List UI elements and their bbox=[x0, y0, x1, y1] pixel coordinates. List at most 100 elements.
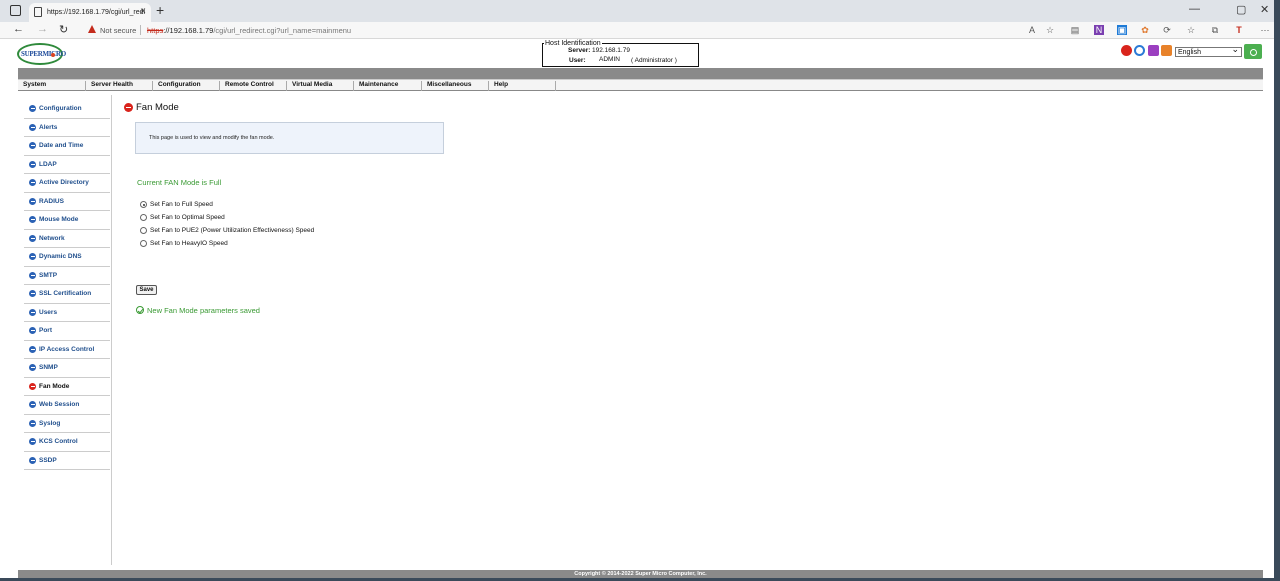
favorites-icon[interactable]: ☆ bbox=[1186, 25, 1196, 35]
new-tab-icon[interactable]: + bbox=[156, 2, 164, 18]
page-title-text: Fan Mode bbox=[136, 102, 179, 113]
arrow-icon bbox=[29, 271, 36, 279]
save-button[interactable]: Save bbox=[136, 285, 157, 295]
menu-server-health[interactable]: Server Health bbox=[86, 81, 153, 91]
arrow-icon bbox=[29, 179, 36, 186]
radio-full-speed[interactable]: Set Fan to Full Speed bbox=[140, 201, 213, 208]
url-field[interactable]: https://192.168.1.79/cgi/url_redirect.cg… bbox=[147, 26, 351, 35]
read-aloud-icon[interactable]: A bbox=[1027, 25, 1037, 35]
unit-id-icon[interactable] bbox=[1148, 45, 1159, 56]
collections-icon[interactable]: ▤ bbox=[1070, 25, 1080, 35]
back-icon[interactable]: ← bbox=[13, 23, 24, 35]
alert-icon[interactable] bbox=[1121, 45, 1132, 56]
radio-label: Set Fan to PUE2 (Power Utilization Effec… bbox=[150, 227, 315, 234]
extension-icon[interactable]: ✿ bbox=[1140, 25, 1150, 35]
sidebar-item-ip-access-control[interactable]: IP Access Control bbox=[24, 341, 110, 359]
close-window-icon[interactable]: ✕ bbox=[1260, 3, 1269, 16]
sidebar-item-label: Users bbox=[39, 308, 58, 316]
sidebar-item-label: Network bbox=[39, 234, 65, 242]
sidebar-item-label: Alerts bbox=[39, 123, 58, 131]
warning-icon[interactable] bbox=[88, 25, 96, 33]
sidebar-item-label: Fan Mode bbox=[39, 382, 70, 390]
radio-heavyio-speed[interactable]: Set Fan to HeavyIO Speed bbox=[140, 240, 228, 247]
address-bar: ← → ↻ Not secure https://192.168.1.79/cg… bbox=[0, 22, 1274, 39]
sidebar-item-alerts[interactable]: Alerts bbox=[24, 119, 110, 137]
extensions-icon[interactable]: ⟳ bbox=[1162, 25, 1172, 35]
menu-maintenance[interactable]: Maintenance bbox=[354, 81, 422, 91]
language-select[interactable]: English bbox=[1175, 45, 1242, 57]
sidebar-item-label: LDAP bbox=[39, 160, 57, 168]
sidebar-item-active-directory[interactable]: Active Directory bbox=[24, 174, 110, 193]
collections-icon[interactable]: ⧉ bbox=[1210, 25, 1220, 35]
radio-circle[interactable] bbox=[140, 240, 147, 247]
sidebar-item-mouse-mode[interactable]: Mouse Mode bbox=[24, 211, 110, 230]
sidebar-item-kcs-control[interactable]: KCS Control bbox=[24, 433, 110, 452]
tab-actions-icon[interactable] bbox=[10, 5, 21, 16]
main-menu: System Server Health Configuration Remot… bbox=[18, 79, 1263, 91]
radio-label: Set Fan to Full Speed bbox=[150, 201, 213, 208]
sidebar-item-label: SSL Certification bbox=[39, 290, 92, 297]
host-identification: Host Identification Server: 192.168.1.79… bbox=[542, 40, 699, 67]
sidebar-item-web-session[interactable]: Web Session bbox=[24, 396, 110, 415]
sidebar-item-smtp[interactable]: SMTP bbox=[24, 267, 110, 285]
sidebar-item-label: SSDP bbox=[39, 456, 57, 464]
sidebar-divider bbox=[111, 95, 112, 565]
menu-virtual-media[interactable]: Virtual Media bbox=[287, 81, 354, 91]
radio-pue2-speed[interactable]: Set Fan to PUE2 (Power Utilization Effec… bbox=[140, 227, 314, 234]
forward-icon[interactable]: → bbox=[37, 23, 48, 35]
host-identification-legend: Host Identification bbox=[544, 40, 602, 47]
menu-system[interactable]: System bbox=[18, 81, 86, 91]
go-button[interactable] bbox=[1244, 44, 1262, 59]
arrow-icon bbox=[29, 364, 36, 371]
sidebar-item-snmp[interactable]: SNMP bbox=[24, 359, 110, 378]
divider bbox=[140, 25, 141, 35]
user-label: User: bbox=[569, 57, 586, 64]
menu-help[interactable]: Help bbox=[489, 81, 556, 91]
arrow-icon bbox=[29, 345, 36, 353]
favorite-icon[interactable]: ☆ bbox=[1045, 25, 1055, 35]
menu-remote-control[interactable]: Remote Control bbox=[220, 81, 287, 91]
close-tab-icon[interactable]: × bbox=[140, 6, 146, 17]
current-fan-mode: Current FAN Mode is Full bbox=[137, 178, 222, 187]
sidebar-item-date-and-time[interactable]: Date and Time bbox=[24, 137, 110, 156]
sidebar-item-syslog[interactable]: Syslog bbox=[24, 415, 110, 433]
radio-circle[interactable] bbox=[140, 201, 147, 208]
saved-message-text: New Fan Mode parameters saved bbox=[147, 306, 260, 315]
sidebar-item-label: Dynamic DNS bbox=[39, 253, 82, 260]
more-icon[interactable]: ⋯ bbox=[1260, 25, 1270, 35]
arrow-icon bbox=[29, 234, 36, 242]
refresh-icon[interactable] bbox=[1134, 45, 1145, 56]
header-band bbox=[18, 68, 1263, 79]
sidebar-item-port[interactable]: Port bbox=[24, 322, 110, 341]
sidebar-item-label: SNMP bbox=[39, 364, 58, 371]
menu-configuration[interactable]: Configuration bbox=[153, 81, 220, 91]
sidebar-item-dynamic-dns[interactable]: Dynamic DNS bbox=[24, 248, 110, 267]
sidebar-item-ssl-certification[interactable]: SSL Certification bbox=[24, 285, 110, 304]
page-title: Fan Mode bbox=[124, 102, 179, 113]
maximize-icon[interactable]: ▢ bbox=[1236, 3, 1246, 16]
refresh-icon[interactable]: ↻ bbox=[59, 23, 68, 36]
arrow-icon bbox=[124, 103, 133, 112]
sidebar-item-network[interactable]: Network bbox=[24, 230, 110, 248]
arrow-icon bbox=[29, 123, 36, 131]
sidebar-item-configuration[interactable]: Configuration bbox=[24, 100, 110, 119]
not-secure-label[interactable]: Not secure bbox=[100, 26, 136, 35]
radio-label: Set Fan to Optimal Speed bbox=[150, 214, 225, 221]
profile-icon[interactable]: T bbox=[1234, 25, 1244, 35]
sidebar-item-radius[interactable]: RADIUS bbox=[24, 193, 110, 211]
sidebar-item-fan-mode[interactable]: Fan Mode bbox=[24, 378, 110, 396]
menu-miscellaneous[interactable]: Miscellaneous bbox=[422, 81, 489, 91]
minimize-icon[interactable]: — bbox=[1189, 3, 1200, 15]
sidebar-item-users[interactable]: Users bbox=[24, 304, 110, 322]
browser-tab[interactable]: https://192.168.1.79/cgi/url_redi × bbox=[29, 3, 151, 22]
sidebar-item-ldap[interactable]: LDAP bbox=[24, 156, 110, 174]
radio-optimal-speed[interactable]: Set Fan to Optimal Speed bbox=[140, 214, 225, 221]
radio-circle[interactable] bbox=[140, 214, 147, 221]
logout-icon[interactable] bbox=[1161, 45, 1172, 56]
onenote-icon[interactable]: N bbox=[1094, 25, 1104, 35]
sidebar-item-ssdp[interactable]: SSDP bbox=[24, 452, 110, 470]
arrow-icon bbox=[29, 290, 36, 297]
radio-circle[interactable] bbox=[140, 227, 147, 234]
sidebar-item-label: Mouse Mode bbox=[39, 216, 79, 223]
extension-icon[interactable]: ▣ bbox=[1117, 25, 1127, 35]
